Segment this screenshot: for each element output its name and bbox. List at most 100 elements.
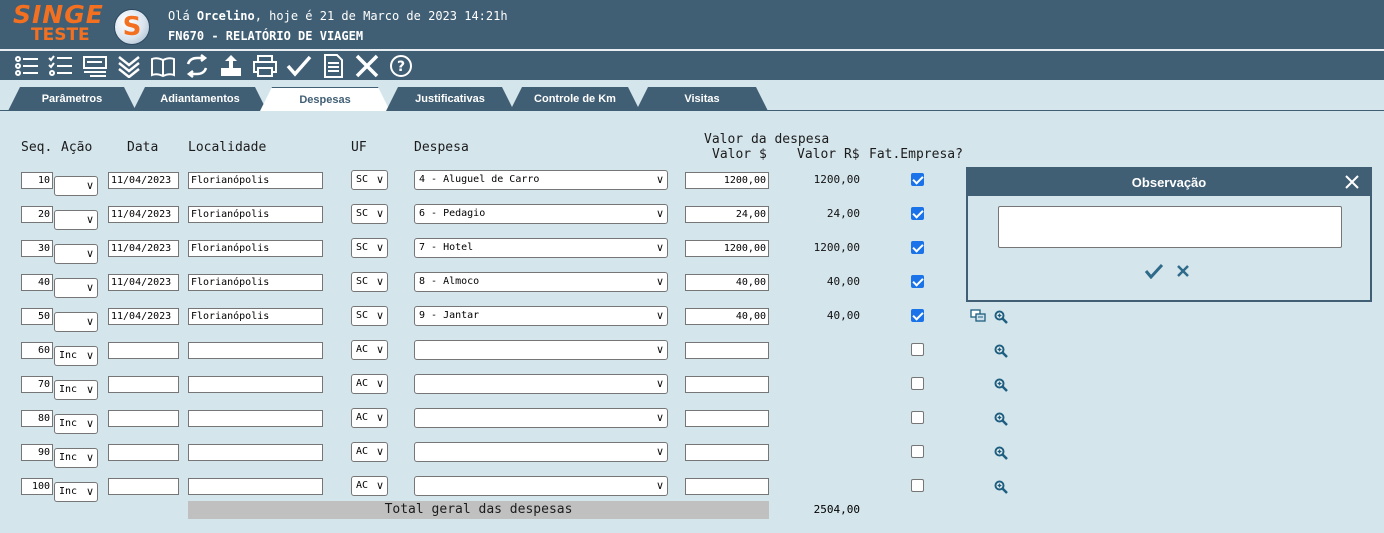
despesa-select[interactable]: 4 - Aluguel de Carro ∨ <box>414 170 668 190</box>
data-field[interactable] <box>108 376 179 393</box>
despesa-select[interactable]: ∨ <box>414 442 668 462</box>
uf-select[interactable]: SC ∨ <box>351 170 388 190</box>
seq-field[interactable]: 30 <box>21 240 53 257</box>
seq-field[interactable]: 80 <box>21 410 53 427</box>
fat-empresa-checkbox[interactable] <box>911 411 924 424</box>
localidade-field[interactable]: Florianópolis <box>188 172 323 189</box>
card-icon[interactable] <box>80 52 110 80</box>
uf-select[interactable]: AC ∨ <box>351 476 388 496</box>
data-field[interactable]: 11/04/2023 <box>108 172 179 189</box>
fat-empresa-checkbox[interactable] <box>911 309 924 322</box>
data-field[interactable] <box>108 342 179 359</box>
seq-field[interactable]: 70 <box>21 376 53 393</box>
valor-field[interactable]: 1200,00 <box>685 240 769 257</box>
localidade-field[interactable] <box>188 410 323 427</box>
localidade-field[interactable] <box>188 376 323 393</box>
valor-field[interactable]: 40,00 <box>685 308 769 325</box>
valor-field[interactable]: 24,00 <box>685 206 769 223</box>
fat-empresa-checkbox[interactable] <box>911 445 924 458</box>
valor-field[interactable] <box>685 478 769 495</box>
data-field[interactable] <box>108 410 179 427</box>
close-icon[interactable] <box>1344 174 1360 190</box>
acao-select[interactable]: ∨ <box>54 244 98 264</box>
help-icon[interactable]: ? <box>386 52 416 80</box>
uf-select[interactable]: AC ∨ <box>351 442 388 462</box>
checklist-icon[interactable] <box>46 52 76 80</box>
fat-empresa-checkbox[interactable] <box>911 241 924 254</box>
tab-controle-km[interactable]: Controle de Km <box>510 87 640 111</box>
seq-field[interactable]: 20 <box>21 206 53 223</box>
localidade-field[interactable]: Florianópolis <box>188 206 323 223</box>
confirm-check-icon[interactable] <box>1144 263 1164 279</box>
fat-empresa-checkbox[interactable] <box>911 343 924 356</box>
despesa-select[interactable]: ∨ <box>414 374 668 394</box>
confirm-check-icon[interactable] <box>284 52 314 80</box>
data-field[interactable]: 11/04/2023 <box>108 240 179 257</box>
localidade-field[interactable] <box>188 444 323 461</box>
seq-field[interactable]: 50 <box>21 308 53 325</box>
localidade-field[interactable]: Florianópolis <box>188 240 323 257</box>
acao-select[interactable]: Inc ∨ <box>54 482 98 502</box>
despesa-select[interactable]: 7 - Hotel ∨ <box>414 238 668 258</box>
valor-field[interactable]: 40,00 <box>685 274 769 291</box>
fat-empresa-checkbox[interactable] <box>911 207 924 220</box>
zoom-icon[interactable] <box>994 309 1008 324</box>
uf-select[interactable]: SC ∨ <box>351 238 388 258</box>
seq-field[interactable]: 100 <box>21 478 53 495</box>
tab-visitas[interactable]: Visitas <box>636 87 768 111</box>
fat-empresa-checkbox[interactable] <box>911 275 924 288</box>
print-icon[interactable] <box>250 52 280 80</box>
valor-field[interactable]: 1200,00 <box>685 172 769 189</box>
tab-despesas[interactable]: Despesas <box>260 87 390 111</box>
list-icon[interactable] <box>12 52 42 80</box>
data-field[interactable]: 11/04/2023 <box>108 206 179 223</box>
despesa-select[interactable]: ∨ <box>414 408 668 428</box>
data-field[interactable]: 11/04/2023 <box>108 308 179 325</box>
fat-empresa-checkbox[interactable] <box>911 377 924 390</box>
valor-field[interactable] <box>685 342 769 359</box>
seq-field[interactable]: 60 <box>21 342 53 359</box>
zoom-icon[interactable] <box>994 445 1008 460</box>
localidade-field[interactable]: Florianópolis <box>188 308 323 325</box>
cancel-x-icon[interactable] <box>1176 263 1190 279</box>
tab-adiantamentos[interactable]: Adiantamentos <box>133 87 267 111</box>
data-field[interactable] <box>108 444 179 461</box>
despesa-select[interactable]: 6 - Pedagio ∨ <box>414 204 668 224</box>
zoom-icon[interactable] <box>994 343 1008 358</box>
uf-select[interactable]: AC ∨ <box>351 374 388 394</box>
valor-field[interactable] <box>685 410 769 427</box>
tab-parametros[interactable]: Parâmetros <box>8 87 136 111</box>
fat-empresa-checkbox[interactable] <box>911 479 924 492</box>
despesa-select[interactable]: 9 - Jantar ∨ <box>414 306 668 326</box>
observacao-textarea[interactable] <box>998 206 1342 248</box>
uf-select[interactable]: SC ∨ <box>351 272 388 292</box>
uf-select[interactable]: AC ∨ <box>351 408 388 428</box>
uf-select[interactable]: SC ∨ <box>351 306 388 326</box>
book-icon[interactable] <box>148 52 178 80</box>
despesa-select[interactable]: 8 - Almoco ∨ <box>414 272 668 292</box>
data-field[interactable]: 11/04/2023 <box>108 274 179 291</box>
seq-field[interactable]: 90 <box>21 444 53 461</box>
valor-field[interactable] <box>685 376 769 393</box>
acao-select[interactable]: Inc ∨ <box>54 346 98 366</box>
acao-select[interactable]: Inc ∨ <box>54 380 98 400</box>
localidade-field[interactable] <box>188 342 323 359</box>
acao-select[interactable]: ∨ <box>54 176 98 196</box>
refresh-icon[interactable] <box>182 52 212 80</box>
seq-field[interactable]: 10 <box>21 172 53 189</box>
acao-select[interactable]: ∨ <box>54 210 98 230</box>
localidade-field[interactable] <box>188 478 323 495</box>
observacao-icon[interactable] <box>970 308 986 322</box>
acao-select[interactable]: ∨ <box>54 278 98 298</box>
acao-select[interactable]: Inc ∨ <box>54 414 98 434</box>
despesa-select[interactable]: ∨ <box>414 340 668 360</box>
fat-empresa-checkbox[interactable] <box>911 173 924 186</box>
seq-field[interactable]: 40 <box>21 274 53 291</box>
upload-icon[interactable] <box>216 52 246 80</box>
data-field[interactable] <box>108 478 179 495</box>
zoom-icon[interactable] <box>994 377 1008 392</box>
zoom-icon[interactable] <box>994 479 1008 494</box>
uf-select[interactable]: SC ∨ <box>351 204 388 224</box>
acao-select[interactable]: ∨ <box>54 312 98 332</box>
zoom-icon[interactable] <box>994 411 1008 426</box>
